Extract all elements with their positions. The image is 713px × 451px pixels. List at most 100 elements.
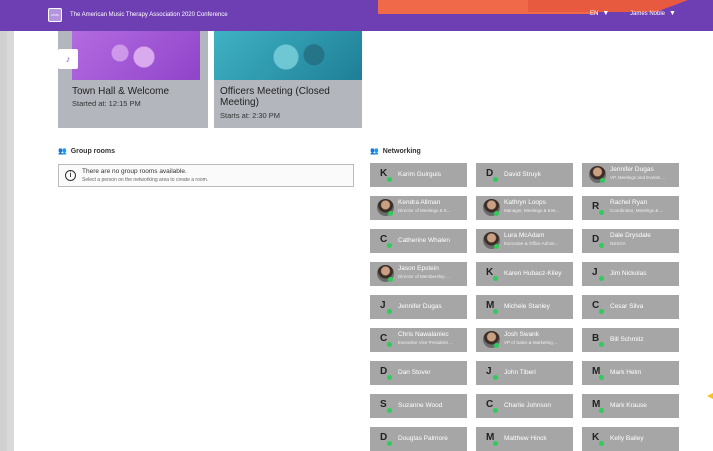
- online-status-icon: [599, 441, 604, 446]
- session-time: Started at: 12:15 PM: [72, 99, 141, 108]
- networking-person-card[interactable]: C Catherine Whalen: [370, 229, 467, 253]
- person-role: Executive Vice President ...: [398, 340, 453, 345]
- avatar-initial: R: [592, 201, 600, 212]
- networking-person-card[interactable]: B Bill Schmitz: [582, 328, 679, 352]
- caret-down-icon: ▼: [602, 10, 610, 17]
- networking-person-card[interactable]: M Michele Stanley: [476, 295, 573, 319]
- avatar-initial: B: [592, 333, 600, 344]
- person-name: Karim Guirguis: [398, 171, 441, 178]
- avatar-initial: D: [592, 234, 600, 245]
- online-status-icon: [387, 309, 392, 314]
- online-status-icon: [599, 243, 604, 248]
- networking-person-card[interactable]: Kendra Allman Director of Meetings & E...: [370, 196, 467, 220]
- avatar-initial: C: [592, 300, 600, 311]
- person-role: VP of Sales & Marketing ...: [504, 340, 558, 345]
- conference-logo[interactable]: AMTA: [48, 8, 62, 22]
- person-name: Dale Drysdale: [610, 232, 651, 239]
- session-card[interactable]: Officers Meeting (Closed Meeting) Starts…: [214, 31, 362, 128]
- session-image: [214, 31, 362, 80]
- person-role: VP, Meetings and Events ...: [610, 175, 665, 180]
- online-status-icon: [494, 211, 499, 216]
- networking-person-card[interactable]: K Karim Guirguis: [370, 163, 467, 187]
- avatar-initial: J: [592, 267, 598, 278]
- avatar-initial: J: [486, 366, 492, 377]
- person-name: Lura McAdam: [504, 232, 545, 239]
- person-role: Manager, Meetings & Eve...: [504, 208, 560, 213]
- networking-person-card[interactable]: M Matthew Hinck: [476, 427, 573, 451]
- online-status-icon: [387, 441, 392, 446]
- online-status-icon: [387, 375, 392, 380]
- person-name: Kathryn Loops: [504, 199, 546, 206]
- user-name: James Noble: [630, 10, 666, 17]
- avatar-initial: S: [380, 399, 387, 410]
- session-time: Starts at: 2:30 PM: [220, 111, 281, 120]
- networking-person-card[interactable]: J Jennifer Dugas: [370, 295, 467, 319]
- online-status-icon: [599, 276, 604, 281]
- logo-text: AMTA: [50, 13, 60, 17]
- networking-person-card[interactable]: M Mark Helm: [582, 361, 679, 385]
- online-status-icon: [493, 309, 498, 314]
- networking-icon: 👥: [370, 148, 379, 155]
- networking-person-card[interactable]: D Dan Stover: [370, 361, 467, 385]
- person-role: Executive & Office Admin...: [504, 241, 559, 246]
- person-role: Director of Membership ...: [398, 274, 450, 279]
- language-selector[interactable]: EN ▼: [590, 10, 609, 17]
- networking-person-card[interactable]: K Kelly Bailey: [582, 427, 679, 451]
- networking-person-card[interactable]: Jason Epstein Director of Membership ...: [370, 262, 467, 286]
- online-status-icon: [387, 342, 392, 347]
- networking-person-card[interactable]: Lura McAdam Executive & Office Admin...: [476, 229, 573, 253]
- online-status-icon: [493, 441, 498, 446]
- session-card[interactable]: ♪ Town Hall & Welcome Started at: 12:15 …: [58, 31, 208, 128]
- networking-person-card[interactable]: J John Tiberi: [476, 361, 573, 385]
- person-name: Jim Nickolas: [610, 270, 647, 277]
- online-status-icon: [599, 342, 604, 347]
- networking-person-card[interactable]: K Karen Hubacz-Kiley: [476, 262, 573, 286]
- networking-person-card[interactable]: J Jim Nickolas: [582, 262, 679, 286]
- group-rooms-heading: 👥 Group rooms: [58, 147, 115, 156]
- networking-person-card[interactable]: D Douglas Palmore: [370, 427, 467, 451]
- online-status-icon: [599, 210, 604, 215]
- person-name: Douglas Palmore: [398, 435, 448, 442]
- person-name: Cesar Silva: [610, 303, 644, 310]
- group-icon: 👥: [58, 148, 67, 155]
- user-menu[interactable]: James Noble ▼: [630, 10, 676, 17]
- online-status-icon: [599, 408, 604, 413]
- person-name: David Struyk: [504, 171, 541, 178]
- online-status-icon: [387, 177, 392, 182]
- online-status-icon: [493, 408, 498, 413]
- avatar-initial: D: [380, 366, 388, 377]
- person-name: Rachel Ryan: [610, 199, 648, 206]
- networking-person-card[interactable]: S Suzanne Wood: [370, 394, 467, 418]
- networking-person-card[interactable]: C Cesar Silva: [582, 295, 679, 319]
- person-name: John Tiberi: [504, 369, 536, 376]
- person-name: Jason Epstein: [398, 265, 439, 272]
- org-logo-icon: ♪: [58, 49, 78, 69]
- caret-down-icon: ▼: [669, 10, 676, 17]
- person-name: Kelly Bailey: [610, 435, 644, 442]
- avatar-initial: K: [592, 432, 600, 443]
- networking-person-card[interactable]: D Dale Drysdale NSSGA: [582, 229, 679, 253]
- group-rooms-empty-state: i There are no group rooms available. Se…: [58, 164, 354, 187]
- online-status-icon: [388, 277, 393, 282]
- person-name: Chris Nawalaniec: [398, 331, 449, 338]
- avatar-initial: C: [380, 333, 388, 344]
- avatar-initial: D: [380, 432, 388, 443]
- main-content: ♪ Town Hall & Welcome Started at: 12:15 …: [14, 31, 713, 451]
- networking-person-card[interactable]: Jennifer Dugas VP, Meetings and Events ..…: [582, 163, 679, 187]
- avatar-initial: K: [486, 267, 494, 278]
- networking-person-card[interactable]: D David Struyk: [476, 163, 573, 187]
- networking-person-card[interactable]: C Chris Nawalaniec Executive Vice Presiden…: [370, 328, 467, 352]
- networking-person-card[interactable]: C Charlie Johnson: [476, 394, 573, 418]
- session-image: [72, 31, 200, 80]
- session-title: Town Hall & Welcome: [72, 86, 170, 97]
- person-name: Dan Stover: [398, 369, 431, 376]
- networking-person-card[interactable]: Josh Swank VP of Sales & Marketing ...: [476, 328, 573, 352]
- networking-person-card[interactable]: Kathryn Loops Manager, Meetings & Eve...: [476, 196, 573, 220]
- online-status-icon: [599, 309, 604, 314]
- networking-title: Networking: [382, 147, 421, 155]
- language-label: EN: [590, 10, 599, 17]
- person-name: Josh Swank: [504, 331, 540, 338]
- networking-person-card[interactable]: R Rachel Ryan Coordinator, Meetings & ...: [582, 196, 679, 220]
- networking-person-card[interactable]: M Mark Krause: [582, 394, 679, 418]
- empty-message: There are no group rooms available.: [82, 168, 187, 175]
